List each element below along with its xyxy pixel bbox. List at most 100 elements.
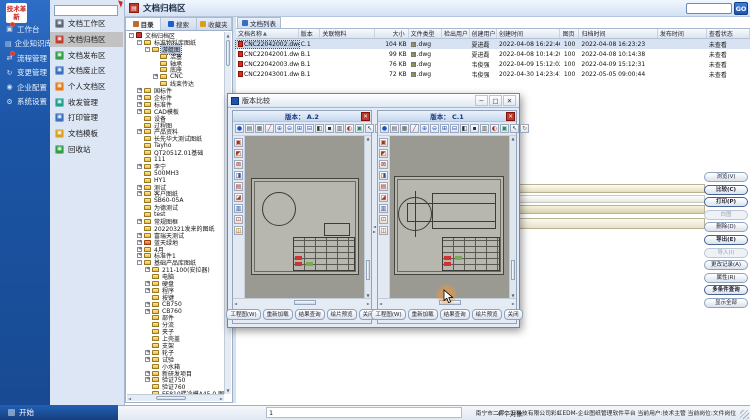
viewer-tool-icon[interactable]: ◐ [490,124,499,133]
viewer-tool-icon[interactable]: ⊖ [285,124,294,133]
expand-toggle-icon[interactable]: + [137,109,142,114]
primary-nav-item[interactable]: ◉ 企业配置 [0,80,50,95]
tree-item[interactable]: 上壳盖 [127,335,224,342]
viewer-tool-icon[interactable]: ▣ [355,124,364,133]
viewer-tool-icon[interactable]: ▤ [245,124,254,133]
panel-close-icon[interactable]: ✕ [361,112,370,121]
minimize-button[interactable]: ─ [475,95,488,106]
markup-tool-icon[interactable]: ◨ [234,171,243,180]
expand-toggle-icon[interactable]: + [145,357,150,362]
column-header[interactable]: 关联物料 [320,29,375,38]
viewer-tool-icon[interactable]: ╱ [410,124,419,133]
column-header[interactable]: 图页 [560,29,580,38]
tree-item[interactable]: 500MH3 [127,170,224,177]
table-row[interactable]: CNC22043001.dwg B.1 72 KB .dwg 韦俊强 2022-… [236,69,750,79]
column-header[interactable]: 大小 [375,29,408,38]
sidebar-search-input[interactable] [54,5,118,16]
panel-close-icon[interactable]: ✕ [506,112,515,121]
tree-item[interactable]: + CB750 [127,301,224,308]
tree-item[interactable]: + CB760 [127,308,224,315]
markup-tool-icon[interactable]: ▣ [234,138,243,147]
markup-tool-icon[interactable]: ▣ [379,138,388,147]
expand-toggle-icon[interactable]: + [137,219,142,224]
markup-tool-icon[interactable]: ◩ [234,149,243,158]
viewer-tool-icon[interactable]: ↖ [510,124,519,133]
expand-toggle-icon[interactable]: + [137,253,142,258]
tree-item[interactable]: + 轮子 [127,349,224,356]
side-action-button[interactable]: 删除(D) [704,222,748,232]
module-item[interactable]: ▣ 文档工作区 [50,16,123,32]
side-action-button[interactable]: 多条件查询 [704,285,748,295]
primary-nav-item[interactable]: ↻ 变更管理 [0,66,50,81]
column-header[interactable]: 创建用户 [470,29,498,38]
drawing-canvas-a[interactable] [245,136,364,298]
viewer-tool-icon[interactable]: ↖ [365,124,374,133]
column-header[interactable]: 检出用户 [442,29,470,38]
markup-tool-icon[interactable]: ▥ [234,204,243,213]
column-header[interactable]: 归档时间 [579,29,657,38]
column-header[interactable]: 文档名称 ▲ [236,29,299,38]
window-titlebar[interactable]: 版本比较 ─ □ ✕ [228,94,519,108]
viewer-tool-icon[interactable]: ⊞ [440,124,449,133]
panel-button[interactable]: 重新加载 [408,309,438,320]
markup-tool-icon[interactable]: ⊠ [234,160,243,169]
side-action-button[interactable]: 导出(E) [704,235,748,245]
viewer-tool-icon[interactable]: ▥ [335,124,344,133]
tree-tab[interactable]: 目录 [126,18,161,30]
viewer-tool-icon[interactable]: ⊕ [420,124,429,133]
panel-button[interactable]: 工程图(W) [371,309,405,320]
module-item[interactable]: ▣ 文档归档区 [50,32,123,48]
table-row[interactable]: CNC22042003.dwg B.1 76 KB .dwg 韦俊强 2022-… [236,59,750,69]
expand-toggle-icon[interactable]: + [137,95,142,100]
markup-tool-icon[interactable]: ▥ [379,204,388,213]
expand-toggle-icon[interactable]: + [145,302,150,307]
viewer-tool-icon[interactable]: ╱ [265,124,274,133]
resize-grip[interactable] [740,410,749,419]
expand-toggle-icon[interactable]: - [145,47,150,52]
tree-item[interactable]: + 211-100(安拉器) [127,266,224,273]
viewer-tool-icon[interactable]: ⊖ [430,124,439,133]
markup-tool-icon[interactable]: ◪ [234,193,243,202]
module-item[interactable]: ▣ 收发管理 [50,94,123,110]
panel-button[interactable]: 重新加载 [263,309,293,320]
module-item[interactable]: ▣ 打印管理 [50,110,123,126]
table-row[interactable]: CNC22042001.dwg B.1 99 KB .dwg 夏进磊 2022-… [236,49,750,59]
side-action-button[interactable]: 导入(I) [704,248,748,258]
tree-item[interactable]: + 客户图纸 [127,190,224,197]
side-action-button[interactable]: 更改记录(A) [704,260,748,270]
tree-item[interactable]: 部件 [127,315,224,322]
primary-nav-item[interactable]: ⚙ 系统设置 [0,95,50,110]
markup-tool-icon[interactable]: ▤ [379,182,388,191]
canvas-vertical-scrollbar[interactable]: ▲ ▼ [509,136,516,298]
tree-item[interactable]: + CAD模板 [127,108,224,115]
tree-item[interactable]: 底座 [127,66,224,73]
go-button[interactable]: GO [734,2,748,15]
side-action-button[interactable]: 打印(P) [704,197,748,207]
keyword-search-input[interactable] [686,3,732,14]
column-header[interactable]: 文件类型 [409,29,442,38]
expand-toggle-icon[interactable]: + [137,185,142,190]
primary-nav-item[interactable]: ▣ 工作台 [0,22,50,37]
expand-toggle-icon[interactable]: + [145,350,150,355]
markup-tool-icon[interactable]: ⊠ [379,160,388,169]
side-action-button[interactable]: 属性(R) [704,273,748,283]
expand-toggle-icon[interactable]: + [145,281,150,286]
expand-toggle-icon[interactable]: + [137,88,142,93]
tree-item[interactable]: + 企标件 [127,94,224,101]
tree-horizontal-scrollbar[interactable]: ◄ ► [127,394,224,401]
expand-toggle-icon[interactable]: - [137,260,142,265]
viewer-tool-icon[interactable]: ▪ [470,124,479,133]
side-action-button[interactable]: 比较(C) [704,185,748,195]
expand-toggle-icon[interactable]: + [137,233,142,238]
panel-button[interactable]: 关闭 [504,309,523,320]
markup-tool-icon[interactable]: ◫ [234,226,243,235]
tree-item[interactable]: + 李宁 [127,163,224,170]
canvas-horizontal-scrollbar[interactable]: ◄ ► [233,298,371,306]
markup-tool-icon[interactable]: ⊡ [379,215,388,224]
expand-toggle-icon[interactable]: + [137,247,142,252]
scroll-thumb[interactable] [156,396,186,400]
side-action-button[interactable]: 浏览(V) [704,172,748,182]
expand-toggle-icon[interactable]: + [145,309,150,314]
primary-nav-item[interactable]: ⇄ 流程管理 [0,51,50,66]
viewer-tool-icon[interactable]: ▥ [480,124,489,133]
